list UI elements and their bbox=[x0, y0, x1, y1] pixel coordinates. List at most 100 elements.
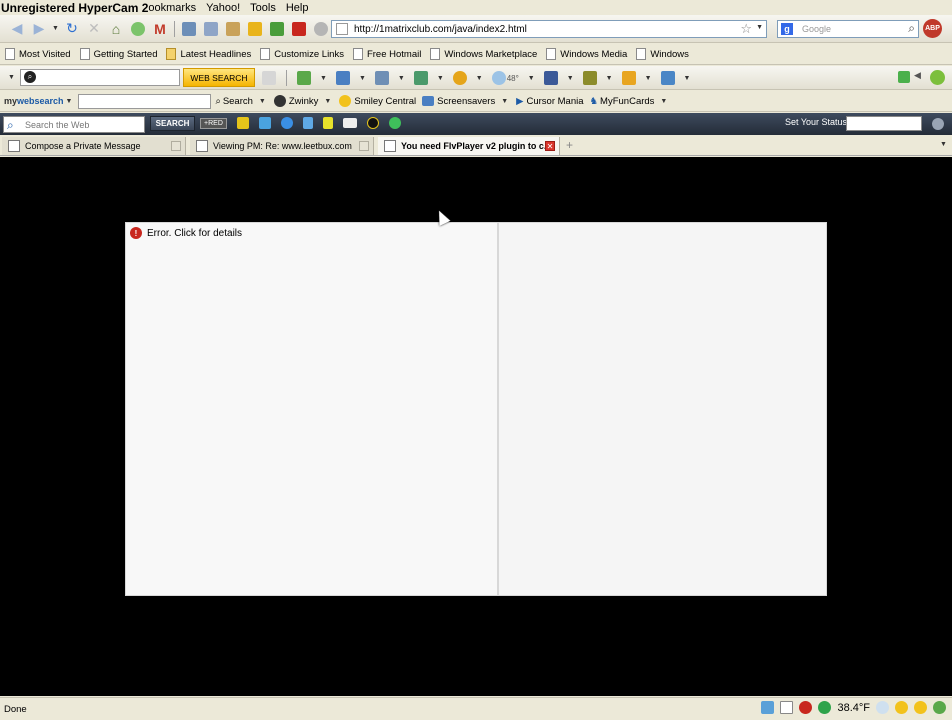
search-icon[interactable]: ⌕ bbox=[908, 21, 915, 36]
flash-player-panel[interactable]: ! Error. Click for details bbox=[125, 222, 498, 596]
adblock-plus-icon[interactable]: ABP bbox=[923, 19, 942, 38]
refresh-icon[interactable] bbox=[388, 117, 401, 129]
google-icon[interactable]: g bbox=[781, 23, 793, 35]
scroll-left-icon[interactable]: ◀ bbox=[914, 70, 921, 81]
add-button-icon[interactable] bbox=[898, 71, 910, 83]
tab-viewing-pm[interactable]: Viewing PM: Re: www.leetbux.com bbox=[190, 137, 374, 155]
url-dropdown-icon[interactable]: ▼ bbox=[756, 24, 763, 31]
bookmark-latest-headlines[interactable]: Latest Headlines bbox=[166, 48, 251, 60]
menu-tools[interactable]: Tools bbox=[250, 2, 276, 14]
smiley-central-link[interactable]: Smiley Central bbox=[339, 95, 416, 107]
temperature-readout[interactable]: 38.4°F bbox=[837, 702, 870, 714]
addon-icon-4[interactable] bbox=[244, 18, 266, 40]
facebook-icon[interactable] bbox=[543, 71, 558, 85]
chat-icon[interactable] bbox=[280, 117, 293, 129]
url-bar[interactable]: http://1matrixclub.com/java/index2.html … bbox=[331, 20, 767, 38]
red-button[interactable]: +RED bbox=[200, 117, 227, 129]
screensavers-link[interactable]: Screensavers bbox=[422, 96, 495, 107]
sun-icon[interactable] bbox=[914, 701, 927, 714]
myfuncards-dropdown-icon[interactable]: ▼ bbox=[660, 98, 667, 105]
addon-icon-1[interactable] bbox=[178, 18, 200, 40]
addon-icon-3[interactable] bbox=[222, 18, 244, 40]
plus-icon[interactable] bbox=[297, 71, 311, 85]
cursor-mania-link[interactable]: ▶ Cursor Mania bbox=[516, 96, 583, 107]
bookmark-star-icon[interactable]: ☆ bbox=[740, 21, 752, 37]
reload-icon[interactable]: ↻ bbox=[61, 18, 83, 40]
bookmark-getting-started[interactable]: Getting Started bbox=[79, 48, 157, 60]
security-icon[interactable] bbox=[818, 701, 832, 714]
widget-icon[interactable] bbox=[660, 71, 675, 85]
menu-yahoo[interactable]: Yahoo! bbox=[206, 2, 240, 14]
back-button-icon[interactable]: ◀ bbox=[6, 18, 28, 40]
addon-icon-5[interactable] bbox=[266, 18, 288, 40]
mail-check-icon[interactable] bbox=[258, 117, 271, 129]
zwinky-dropdown-icon[interactable]: ▼ bbox=[324, 98, 331, 105]
bookmark-customize-links[interactable]: Customize Links bbox=[260, 48, 344, 60]
globe-icon[interactable] bbox=[933, 701, 946, 714]
toolbar-dropdown-icon[interactable]: ▼ bbox=[8, 74, 15, 81]
flag-icon[interactable] bbox=[413, 71, 428, 85]
bookmark-page-icon bbox=[79, 48, 90, 60]
search-box[interactable]: g Google ⌕ bbox=[777, 20, 919, 38]
tab-close-icon[interactable] bbox=[171, 141, 181, 151]
stop-icon[interactable]: ✕ bbox=[83, 18, 105, 40]
addon-icon-2[interactable] bbox=[200, 18, 222, 40]
tab-flvplayer[interactable]: You need FlvPlayer v2 plugin to c... ✕ bbox=[378, 137, 560, 155]
bookmark-most-visited[interactable]: Most Visited bbox=[5, 48, 71, 60]
search-placeholder: Google bbox=[802, 24, 832, 34]
cloud-icon[interactable] bbox=[876, 701, 889, 714]
search-dropdown-icon[interactable]: ▼ bbox=[259, 98, 266, 105]
gmail-icon[interactable]: M bbox=[149, 18, 171, 40]
menu-help[interactable]: Help bbox=[286, 2, 309, 14]
tab-compose-pm[interactable]: Compose a Private Message bbox=[2, 137, 186, 155]
menu-bookmarks[interactable]: ookmarks bbox=[148, 2, 196, 14]
smiley-icon[interactable] bbox=[452, 71, 467, 85]
tab-close-icon[interactable] bbox=[359, 141, 369, 151]
sun-icon[interactable] bbox=[895, 701, 908, 714]
mywebsearch-search-button[interactable]: ⌕ Search bbox=[215, 96, 252, 107]
mywebsearch-input[interactable] bbox=[78, 93, 212, 109]
network-icon[interactable] bbox=[761, 701, 775, 714]
dark-search-button[interactable]: SEARCH bbox=[150, 116, 195, 131]
bookmark-windows-marketplace[interactable]: Windows Marketplace bbox=[430, 48, 537, 60]
page-info-icon[interactable] bbox=[780, 701, 794, 714]
logo-dropdown-icon[interactable]: ▼ bbox=[66, 98, 73, 105]
cloud-icon[interactable] bbox=[127, 18, 149, 40]
mywebsearch-logo[interactable]: mywebsearch bbox=[4, 96, 64, 106]
phone-icon[interactable] bbox=[302, 117, 313, 129]
bookmark-page-icon bbox=[5, 48, 15, 60]
screen-icon[interactable] bbox=[342, 118, 357, 128]
youtube-icon[interactable] bbox=[288, 18, 310, 40]
runner-icon[interactable] bbox=[236, 117, 249, 129]
addon-icon-6[interactable] bbox=[310, 18, 332, 40]
coupon-icon[interactable] bbox=[621, 71, 636, 85]
blocked-icon[interactable] bbox=[799, 701, 813, 714]
zwinky-link[interactable]: Zwinky bbox=[273, 95, 318, 107]
bookmark-windows-media[interactable]: Windows Media bbox=[546, 48, 627, 60]
notes-icon[interactable] bbox=[262, 71, 276, 85]
gear-icon[interactable] bbox=[932, 118, 944, 130]
new-tab-icon[interactable]: + bbox=[566, 138, 573, 152]
clock-icon[interactable] bbox=[366, 117, 379, 129]
bookmark-free-hotmail[interactable]: Free Hotmail bbox=[352, 48, 421, 60]
mail-icon[interactable] bbox=[335, 71, 350, 85]
status-label: Set Your Status: bbox=[785, 117, 850, 127]
web-search-button[interactable]: WEB SEARCH bbox=[183, 68, 255, 87]
bookmark-windows[interactable]: Windows bbox=[636, 48, 689, 60]
plugin-error[interactable]: ! Error. Click for details bbox=[130, 227, 242, 239]
search-web-input[interactable]: ⌕ Search the Web bbox=[3, 116, 145, 133]
status-input[interactable] bbox=[846, 116, 922, 131]
home-icon[interactable]: ⌂ bbox=[105, 18, 127, 40]
myfuncards-link[interactable]: ♞ MyFunCards bbox=[590, 96, 655, 107]
weather-icon[interactable]: 48° bbox=[491, 71, 519, 85]
history-dropdown-icon[interactable]: ▼ bbox=[52, 25, 59, 32]
toolbar-search-input[interactable]: ⌕ bbox=[20, 69, 180, 86]
tab-close-icon[interactable]: ✕ bbox=[545, 141, 555, 151]
settings-icon[interactable] bbox=[930, 70, 945, 85]
screensavers-dropdown-icon[interactable]: ▼ bbox=[501, 98, 508, 105]
tab-list-icon[interactable]: ▼ bbox=[940, 141, 947, 148]
page-icon[interactable] bbox=[374, 71, 389, 85]
note-icon[interactable] bbox=[322, 117, 333, 129]
game-icon[interactable] bbox=[582, 71, 597, 85]
forward-button-icon[interactable]: ▶ bbox=[28, 18, 50, 40]
